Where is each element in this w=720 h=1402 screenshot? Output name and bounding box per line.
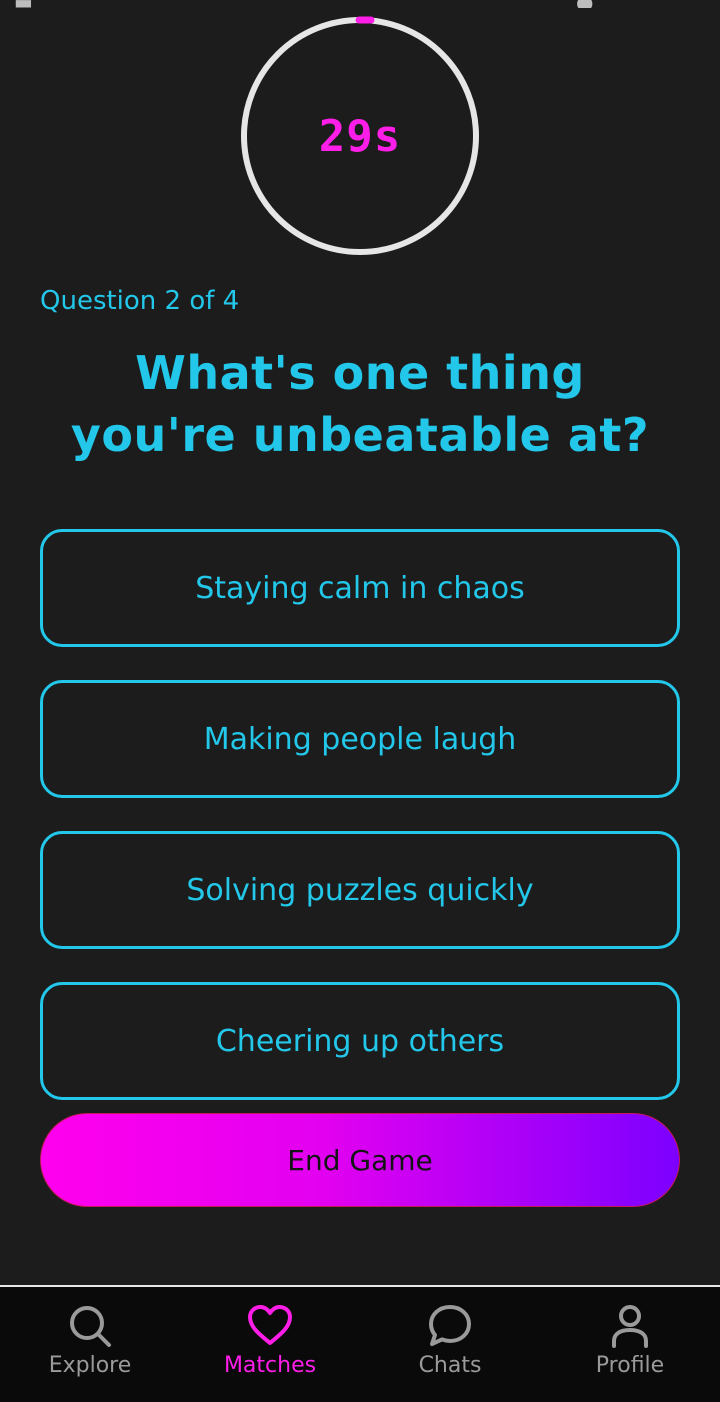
question-counter: Question 2 of 4 [40,286,240,316]
status-battery-icon: ● [576,0,593,8]
nav-label-explore: Explore [48,1353,132,1378]
search-icon [70,1306,111,1347]
countdown-timer: 29s [240,16,480,256]
answer-option-4[interactable]: Cheering up others [40,982,680,1100]
nav-item-chats[interactable]: Chats [360,1287,540,1402]
answer-option-3[interactable]: Solving puzzles quickly [40,831,680,949]
bottom-nav: Explore Matches Chats Profile [0,1285,720,1402]
status-bar: ▬ ● [0,0,720,8]
question-line-1: What's one thing [135,346,585,400]
status-notification-icon: ▬ [14,0,33,8]
question-line-2: you're unbeatable at? [70,408,650,462]
nav-label-profile: Profile [595,1353,665,1378]
chat-bubble-icon [429,1305,471,1346]
nav-label-matches: Matches [223,1353,317,1378]
nav-item-profile[interactable]: Profile [540,1287,720,1402]
question-text: What's one thing you're unbeatable at? [40,342,680,466]
answer-option-2[interactable]: Making people laugh [40,680,680,798]
heart-icon [248,1305,292,1345]
timer-value: 29s [318,110,402,162]
answer-option-1[interactable]: Staying calm in chaos [40,529,680,647]
nav-item-matches[interactable]: Matches [180,1287,360,1402]
end-game-button[interactable]: End Game [40,1113,680,1207]
person-icon [612,1305,648,1348]
nav-label-chats: Chats [418,1353,482,1378]
nav-item-explore[interactable]: Explore [0,1287,180,1402]
